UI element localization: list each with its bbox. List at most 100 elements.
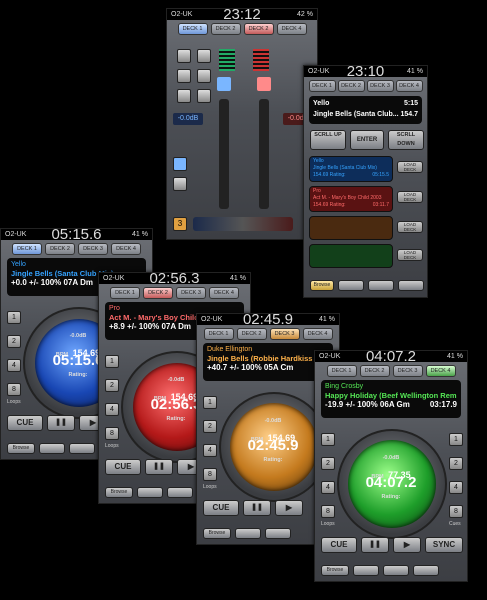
toolbar-button[interactable]: [413, 565, 439, 576]
volume-fader-left[interactable]: [219, 99, 229, 209]
loop-2-button[interactable]: 2: [203, 420, 217, 433]
track-slot[interactable]: Pro Act M. - Mary's Boy Child 2003 154.6…: [309, 186, 393, 212]
loop-8-button[interactable]: 8: [203, 468, 217, 481]
cue-button[interactable]: CUE: [7, 415, 43, 431]
battery-label: 42 %: [297, 11, 313, 18]
tab-deck-3[interactable]: DECK 3: [269, 328, 300, 340]
tab-deck-2[interactable]: DECK 2: [359, 365, 390, 377]
play-button[interactable]: ▶: [275, 500, 303, 516]
pause-button[interactable]: ❚❚: [243, 500, 271, 516]
loop-4-button[interactable]: 4: [105, 403, 119, 416]
cue-4-button[interactable]: 4: [449, 481, 463, 494]
pause-left-button[interactable]: [173, 177, 187, 191]
tab-deck-1[interactable]: DECK 1: [326, 365, 357, 377]
tab-deck-3[interactable]: DECK 3: [78, 243, 108, 255]
tab-deck-1[interactable]: DECK 1: [110, 287, 140, 299]
cue-left-button[interactable]: 3: [173, 217, 187, 231]
tab-deck-2[interactable]: DECK 2: [243, 23, 274, 35]
pitch-up-right-button[interactable]: [257, 77, 271, 91]
browse-button[interactable]: Browse: [105, 487, 133, 498]
browser-screen: O2-UK 23:10 41 % DECK 1 DECK 2 DECK 3 DE…: [303, 65, 428, 298]
cue-button[interactable]: CUE: [321, 537, 357, 553]
tab-deck-4[interactable]: DECK 4: [425, 365, 456, 377]
track-slot[interactable]: [309, 244, 393, 268]
loop-8-button[interactable]: 8: [105, 427, 119, 440]
toolbar-button[interactable]: [398, 280, 424, 291]
loop-8-button[interactable]: 8: [7, 383, 21, 396]
toolbar-button[interactable]: [338, 280, 364, 291]
crossfader[interactable]: [193, 217, 293, 231]
mixer-button[interactable]: [197, 89, 211, 103]
loop-1-button[interactable]: 1: [7, 311, 21, 324]
volume-fader-right[interactable]: [259, 99, 269, 209]
browse-button[interactable]: Browse: [7, 443, 35, 454]
cue-1-button[interactable]: 1: [449, 433, 463, 446]
cue-2-button[interactable]: 2: [449, 457, 463, 470]
loop-4-button[interactable]: 4: [321, 481, 335, 494]
mixer-button[interactable]: [197, 49, 211, 63]
toolbar-button[interactable]: [167, 487, 193, 498]
pause-button[interactable]: ❚❚: [47, 415, 75, 431]
scroll-down-button[interactable]: SCRLL DOWN: [388, 130, 424, 150]
tab-deck-3[interactable]: DECK 3: [176, 287, 206, 299]
load-deck-3-button[interactable]: LOAD DECK: [397, 221, 423, 233]
toolbar-button[interactable]: [69, 443, 95, 454]
pause-button[interactable]: ❚❚: [145, 459, 173, 475]
tab-deck-2[interactable]: DECK 2: [45, 243, 75, 255]
pitch-up-left-button[interactable]: [217, 77, 231, 91]
load-deck-1-button[interactable]: LOAD DECK: [397, 161, 423, 173]
cue-button[interactable]: CUE: [203, 500, 239, 516]
tab-deck-4[interactable]: DECK 4: [395, 80, 423, 92]
browse-button[interactable]: Browse: [321, 565, 349, 576]
tab-deck-1[interactable]: DECK 1: [12, 243, 42, 255]
loop-1-button[interactable]: 1: [321, 433, 335, 446]
tab-deck-1[interactable]: DECK 1: [203, 328, 234, 340]
track-slot[interactable]: [309, 216, 393, 240]
mixer-button[interactable]: [177, 89, 191, 103]
tab-deck-4[interactable]: DECK 4: [302, 328, 333, 340]
cue-8-button[interactable]: 8: [449, 505, 463, 518]
loop-2-button[interactable]: 2: [321, 457, 335, 470]
tab-deck-4[interactable]: DECK 4: [276, 23, 307, 35]
toolbar-button[interactable]: [235, 528, 261, 539]
loop-4-button[interactable]: 4: [7, 359, 21, 372]
tab-deck-2[interactable]: DECK 2: [337, 80, 365, 92]
loop-1-button[interactable]: 1: [105, 355, 119, 368]
play-left-button[interactable]: [173, 157, 187, 171]
tab-deck-3[interactable]: DECK 2: [210, 23, 241, 35]
toolbar-button[interactable]: [383, 565, 409, 576]
toolbar-button[interactable]: [137, 487, 163, 498]
loop-8-button[interactable]: 8: [321, 505, 335, 518]
loop-2-button[interactable]: 2: [7, 335, 21, 348]
toolbar-button[interactable]: [39, 443, 65, 454]
cue-button[interactable]: CUE: [105, 459, 141, 475]
tab-deck-1[interactable]: DECK 1: [308, 80, 336, 92]
pause-button[interactable]: ❚❚: [361, 537, 389, 553]
browse-button[interactable]: Browse: [310, 280, 334, 291]
tab-deck-2[interactable]: DECK 2: [236, 328, 267, 340]
tab-deck-3[interactable]: DECK 3: [366, 80, 394, 92]
tab-deck-2[interactable]: DECK 2: [143, 287, 173, 299]
track-slot[interactable]: Yello Jingle Bells (Santa Club Mix) 154.…: [309, 156, 393, 182]
mixer-button[interactable]: [177, 69, 191, 83]
scroll-up-button[interactable]: SCRLL UP: [310, 130, 346, 150]
play-button[interactable]: ▶: [393, 537, 421, 553]
load-deck-4-button[interactable]: LOAD DECK: [397, 249, 423, 261]
loop-4-button[interactable]: 4: [203, 444, 217, 457]
enter-button[interactable]: ENTER: [350, 130, 384, 150]
sync-button[interactable]: SYNC: [425, 537, 463, 553]
mixer-button[interactable]: [177, 49, 191, 63]
load-deck-2-button[interactable]: LOAD DECK: [397, 191, 423, 203]
tab-deck-3[interactable]: DECK 3: [392, 365, 423, 377]
browse-button[interactable]: Browse: [203, 528, 231, 539]
tab-deck-4[interactable]: DECK 4: [209, 287, 239, 299]
toolbar-button[interactable]: [265, 528, 291, 539]
loop-2-button[interactable]: 2: [105, 379, 119, 392]
toolbar-button[interactable]: [353, 565, 379, 576]
tab-deck-1[interactable]: DECK 1: [177, 23, 208, 35]
status-bar: O2-UK 02:56.3 41 %: [99, 273, 250, 286]
loop-1-button[interactable]: 1: [203, 396, 217, 409]
toolbar-button[interactable]: [368, 280, 394, 291]
tab-deck-4[interactable]: DECK 4: [111, 243, 141, 255]
mixer-button[interactable]: [197, 69, 211, 83]
